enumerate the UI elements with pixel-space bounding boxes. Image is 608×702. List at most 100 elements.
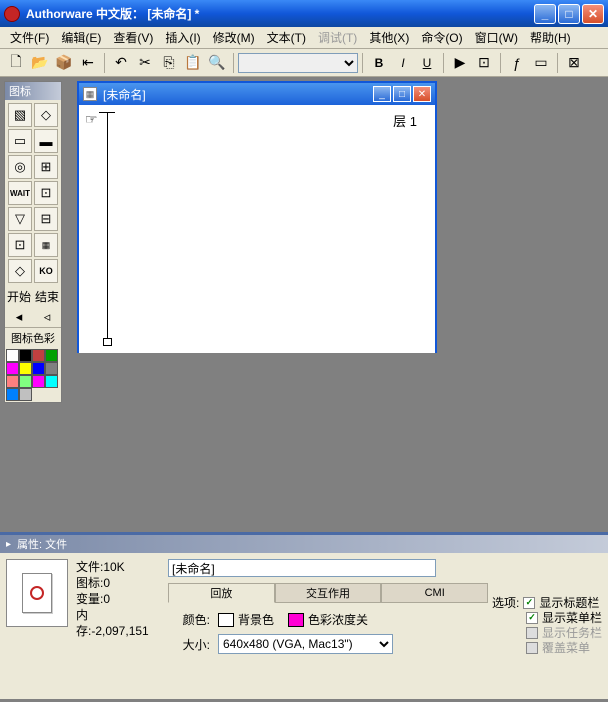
icon-panel-title: 图标: [5, 82, 61, 100]
color-swatch[interactable]: [6, 388, 19, 401]
separator: [362, 53, 363, 73]
flowline[interactable]: [107, 112, 108, 340]
new-button[interactable]: 🗋: [5, 52, 27, 74]
italic-button[interactable]: I: [392, 52, 414, 74]
document-body[interactable]: ☞ 层 1: [79, 105, 435, 353]
color-swatch[interactable]: [32, 375, 45, 388]
color-grid: [5, 348, 61, 402]
document-window: ▦ [未命名] _ □ ✕ ☞ 层 1: [77, 81, 437, 353]
minimize-button[interactable]: _: [534, 4, 556, 24]
var-count: 变量:0: [76, 591, 160, 607]
map-icon[interactable]: ⊡: [8, 233, 32, 257]
document-titlebar: ▦ [未命名] _ □ ✕: [79, 83, 435, 105]
opt-titlebar-checkbox[interactable]: [523, 597, 535, 609]
variables-button[interactable]: ▭: [530, 52, 552, 74]
end-flag-icon[interactable]: ◃: [44, 309, 51, 325]
tab-playback[interactable]: 回放: [168, 583, 275, 603]
tab-interaction[interactable]: 交互作用: [275, 583, 382, 603]
copy-button[interactable]: ⎘: [158, 52, 180, 74]
undo-button[interactable]: ↶: [110, 52, 132, 74]
open-button[interactable]: 📂: [29, 52, 51, 74]
end-label: 结束: [35, 288, 59, 305]
color-swatch[interactable]: [32, 362, 45, 375]
functions-button[interactable]: ƒ: [506, 52, 528, 74]
framework-icon[interactable]: ⊞: [34, 155, 58, 179]
movie-icon[interactable]: ▦: [34, 233, 58, 257]
save-button[interactable]: 📦: [53, 52, 75, 74]
color-row-label: 颜色:: [168, 611, 218, 628]
separator: [233, 53, 234, 73]
chroma-swatch[interactable]: [288, 613, 304, 627]
options-label: 选项:: [492, 594, 519, 611]
decision-icon[interactable]: ⊡: [34, 181, 58, 205]
menu-window[interactable]: 窗口(W): [469, 27, 524, 48]
menu-view[interactable]: 查看(V): [107, 27, 159, 48]
color-swatch[interactable]: [19, 362, 32, 375]
size-row-label: 大小:: [168, 636, 218, 653]
opt-overlay-checkbox: [526, 642, 538, 654]
menu-file[interactable]: 文件(F): [4, 27, 55, 48]
app-icon: [4, 6, 20, 22]
menu-edit[interactable]: 编辑(E): [55, 27, 107, 48]
color-swatch[interactable]: [6, 375, 19, 388]
color-swatch[interactable]: [19, 349, 32, 362]
menu-text[interactable]: 文本(T): [261, 27, 312, 48]
color-swatch[interactable]: [19, 375, 32, 388]
icon-count: 图标:0: [76, 575, 160, 591]
import-button[interactable]: ⇤: [77, 52, 99, 74]
file-name-input[interactable]: [168, 559, 436, 577]
control-button[interactable]: ⊡: [473, 52, 495, 74]
color-swatch[interactable]: [45, 375, 58, 388]
wait-icon[interactable]: WAIT: [8, 181, 32, 205]
color-swatch[interactable]: [19, 388, 32, 401]
separator: [500, 53, 501, 73]
memory: 内存:-2,097,151: [76, 607, 160, 639]
find-button[interactable]: 🔍: [206, 52, 228, 74]
wait-small-icon[interactable]: ▬: [34, 129, 58, 153]
layer-label: 层 1: [393, 111, 417, 130]
color-swatch[interactable]: [45, 349, 58, 362]
interaction-icon[interactable]: ▽: [8, 207, 32, 231]
bg-color-swatch[interactable]: [218, 613, 234, 627]
doc-maximize-button[interactable]: □: [393, 86, 411, 102]
hand-icon: ☞: [85, 111, 98, 128]
sound-icon[interactable]: ◇: [8, 259, 32, 283]
calc-icon[interactable]: ⊟: [34, 207, 58, 231]
titlebar: Authorware 中文版： [未命名] * _ □ ✕: [0, 0, 608, 27]
maximize-button[interactable]: □: [558, 4, 580, 24]
menu-modify[interactable]: 修改(M): [207, 27, 261, 48]
size-select[interactable]: 640x480 (VGA, Mac13"): [218, 634, 393, 654]
style-select[interactable]: [238, 53, 358, 73]
document-title: [未命名]: [103, 86, 371, 103]
start-flag-icon[interactable]: ◂: [16, 309, 23, 325]
color-swatch[interactable]: [32, 349, 45, 362]
bold-button[interactable]: B: [368, 52, 390, 74]
menu-help[interactable]: 帮助(H): [524, 27, 577, 48]
color-swatch[interactable]: [6, 349, 19, 362]
tab-cmi[interactable]: CMI: [381, 583, 488, 603]
opt-menubar-checkbox[interactable]: [526, 612, 538, 624]
motion-icon[interactable]: ◇: [34, 103, 58, 127]
close-button[interactable]: ✕: [582, 4, 604, 24]
color-swatch[interactable]: [45, 362, 58, 375]
doc-icon: ▦: [83, 87, 97, 101]
cut-button[interactable]: ✂: [134, 52, 156, 74]
display-icon[interactable]: ▧: [8, 103, 32, 127]
menu-debug: 调试(T): [312, 27, 363, 48]
erase-icon[interactable]: ▭: [8, 129, 32, 153]
doc-minimize-button[interactable]: _: [373, 86, 391, 102]
ko-button[interactable]: ⊠: [563, 52, 585, 74]
separator: [104, 53, 105, 73]
underline-button[interactable]: U: [416, 52, 438, 74]
color-swatch[interactable]: [6, 362, 19, 375]
ko-icon[interactable]: KO: [34, 259, 58, 283]
color-label: 图标色彩: [5, 327, 61, 348]
paste-button[interactable]: 📋: [182, 52, 204, 74]
menu-extras[interactable]: 其他(X): [363, 27, 415, 48]
menu-insert[interactable]: 插入(I): [159, 27, 206, 48]
run-button[interactable]: ▶: [449, 52, 471, 74]
menu-commands[interactable]: 命令(O): [415, 27, 468, 48]
doc-close-button[interactable]: ✕: [413, 86, 431, 102]
separator: [443, 53, 444, 73]
nav-icon[interactable]: ◎: [8, 155, 32, 179]
